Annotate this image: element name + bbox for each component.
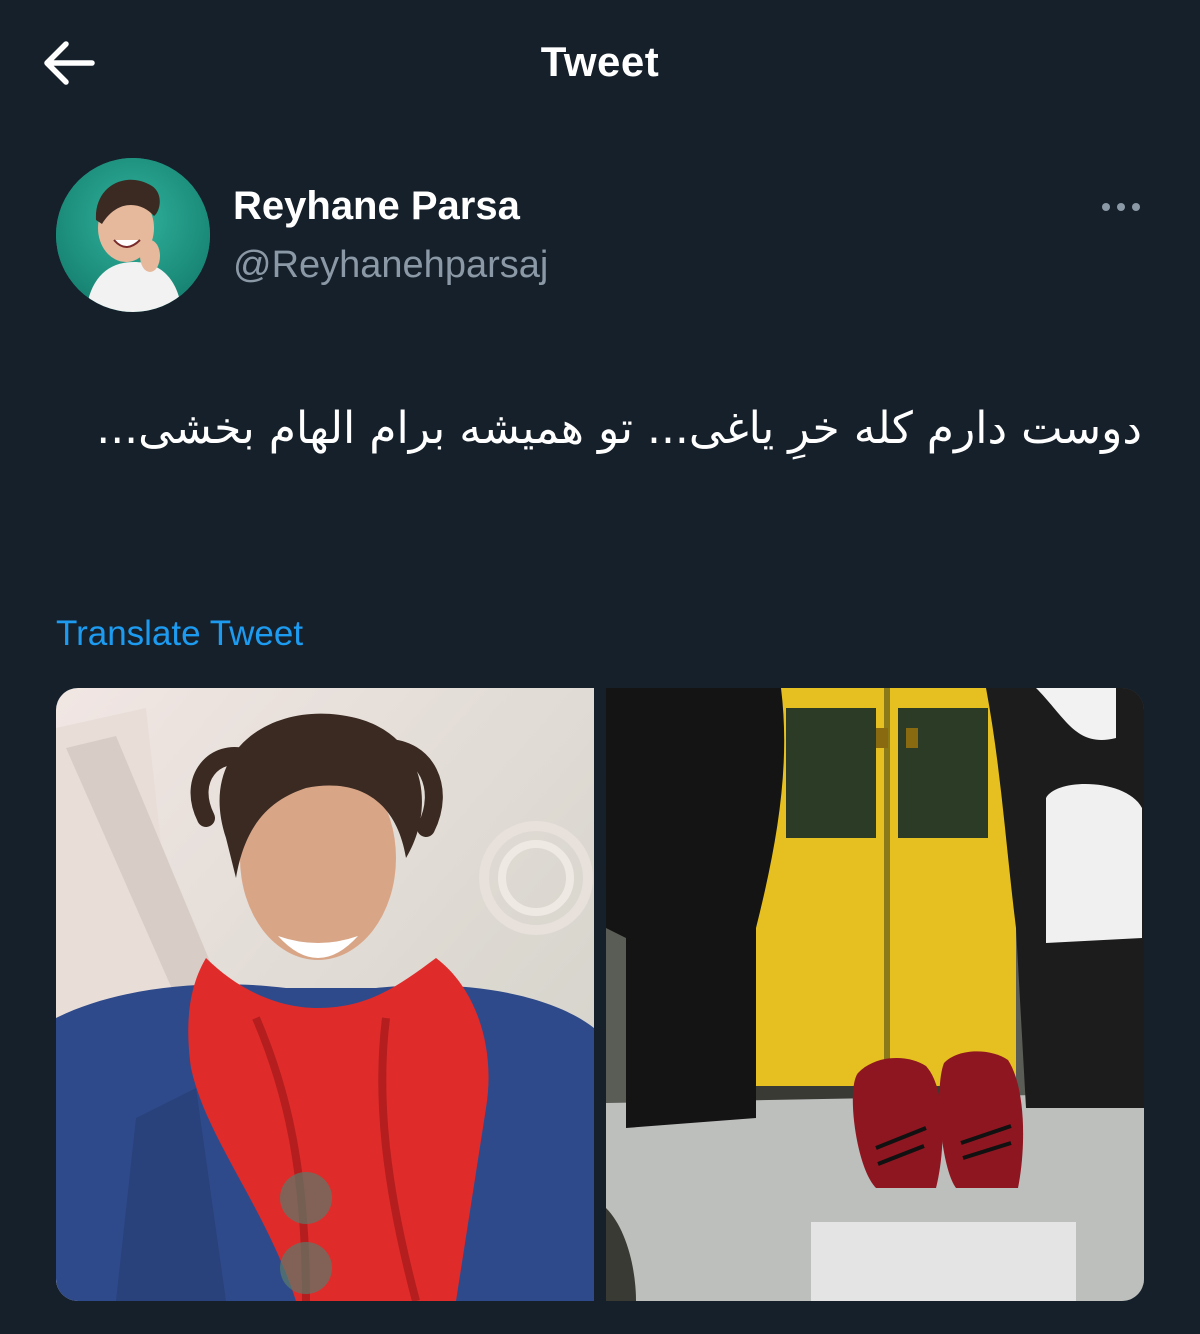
avatar[interactable]: [56, 158, 210, 312]
author-display-name[interactable]: Reyhane Parsa: [233, 184, 520, 229]
media-photo-1[interactable]: [56, 688, 594, 1301]
author-handle[interactable]: @Reyhanehparsaj: [233, 244, 548, 287]
media-photo-2[interactable]: [606, 688, 1144, 1301]
page-title: Tweet: [540, 38, 660, 85]
photo-icon: [606, 688, 1144, 1301]
more-options-button[interactable]: [1096, 192, 1146, 222]
tweet-author: Reyhane Parsa @Reyhanehparsaj: [56, 158, 1146, 314]
avatar-photo: [56, 158, 210, 312]
tweet-text: دوست دارم کله خرِ یاغی... تو همیشه برام …: [96, 403, 1142, 454]
tweet-media-grid: [56, 688, 1144, 1301]
top-bar: Tweet: [0, 0, 1200, 125]
more-horizontal-icon: [1102, 203, 1140, 211]
photo-icon: [56, 688, 594, 1301]
translate-tweet-link[interactable]: Translate Tweet: [56, 614, 303, 654]
